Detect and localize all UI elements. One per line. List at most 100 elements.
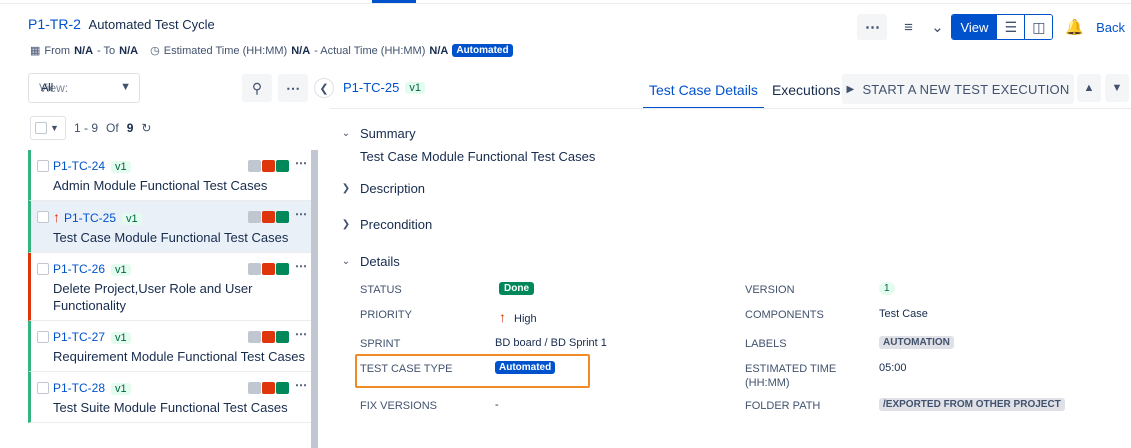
chevron-down-icon: ⌄ bbox=[931, 19, 944, 36]
tab-executions[interactable]: Executions bbox=[766, 72, 846, 109]
case-title: Admin Module Functional Test Cases bbox=[53, 178, 268, 193]
detail-case-key[interactable]: P1-TC-25 bbox=[343, 80, 399, 95]
row-more-icon[interactable]: ⋯ bbox=[295, 207, 307, 221]
estimated-time-label: ESTIMATED TIME (HH:MM) bbox=[745, 363, 837, 389]
case-key[interactable]: P1-TC-25 bbox=[64, 211, 116, 225]
test-case-list-panel: View: All ▼ ⚲ ⋯ ▼ 1 - 9 Of 9 ↻ P1-TC-24 v1… bbox=[28, 70, 320, 448]
row-checkbox[interactable] bbox=[37, 382, 49, 394]
view-value: All bbox=[41, 82, 54, 94]
folder-path-label: FOLDER PATH bbox=[745, 400, 821, 412]
execution-status-boxes bbox=[248, 382, 289, 394]
row-more-icon[interactable]: ⋯ bbox=[295, 156, 307, 170]
view-filter-select[interactable]: View: All ▼ bbox=[28, 73, 140, 103]
list-item[interactable]: P1-TC-27 v1 ⋯ Requirement Module Function… bbox=[28, 321, 311, 372]
section-description[interactable]: ❯ Description bbox=[340, 181, 425, 196]
chevron-left-icon: ❮ bbox=[319, 82, 329, 95]
list-item[interactable]: P1-TC-24 v1 ⋯ Admin Module Functional Tes… bbox=[28, 150, 311, 201]
section-precondition[interactable]: ❯ Precondition bbox=[340, 217, 432, 232]
list-scrollbar[interactable] bbox=[311, 150, 318, 448]
search-button[interactable]: ⚲ bbox=[242, 74, 272, 102]
priority-label: PRIORITY bbox=[360, 309, 412, 321]
version-badge: v1 bbox=[122, 213, 142, 225]
view-label[interactable]: View bbox=[952, 15, 997, 39]
select-all-dropdown[interactable]: ▼ bbox=[30, 116, 66, 140]
cycle-title: Automated Test Cycle bbox=[88, 17, 215, 32]
chevron-down-icon: ⌄ bbox=[341, 256, 351, 267]
play-icon: ▶ bbox=[846, 83, 855, 95]
row-more-icon[interactable]: ⋯ bbox=[295, 378, 307, 392]
cycle-meta: ▦ From N/A - To N/A ◷ Estimated Time (HH… bbox=[30, 44, 513, 57]
chevron-down-icon: ▼ bbox=[50, 123, 59, 133]
section-title: Precondition bbox=[360, 217, 433, 232]
labels-badge[interactable]: AUTOMATION bbox=[879, 336, 954, 349]
chevron-down-icon: ▼ bbox=[120, 81, 131, 93]
filter-button[interactable]: ≡ bbox=[893, 14, 923, 40]
version-value: 1 bbox=[879, 282, 895, 295]
section-title: Details bbox=[360, 254, 400, 269]
select-all-checkbox[interactable] bbox=[35, 122, 47, 134]
execution-status-boxes bbox=[248, 160, 289, 172]
chevron-right-icon: ❯ bbox=[341, 219, 351, 230]
case-key[interactable]: P1-TC-27 bbox=[53, 330, 105, 344]
case-title: Requirement Module Functional Test Cases bbox=[53, 349, 305, 364]
section-title: Description bbox=[360, 181, 426, 196]
more-actions-button[interactable]: ⋯ bbox=[857, 14, 888, 40]
case-title: Test Suite Module Functional Test Cases bbox=[53, 400, 288, 415]
tab-test-case-details[interactable]: Test Case Details bbox=[643, 72, 764, 109]
test-case-list: P1-TC-24 v1 ⋯ Admin Module Functional Tes… bbox=[28, 150, 311, 423]
components-label: COMPONENTS bbox=[745, 309, 824, 321]
case-key[interactable]: P1-TC-28 bbox=[53, 381, 105, 395]
chevron-down-icon: ▼ bbox=[1111, 82, 1123, 94]
refresh-icon[interactable]: ↻ bbox=[141, 121, 151, 135]
status-badge[interactable]: Done bbox=[499, 282, 534, 295]
execution-status-boxes bbox=[248, 331, 289, 343]
section-details[interactable]: ⌄ Details bbox=[340, 254, 400, 269]
priority-high-icon: ↑ bbox=[53, 209, 60, 225]
version-badge: v1 bbox=[111, 161, 131, 173]
row-checkbox[interactable] bbox=[37, 211, 49, 223]
case-title: Test Case Module Functional Test Cases bbox=[53, 230, 289, 245]
estimated-time-value: N/A bbox=[291, 44, 311, 57]
from-value: N/A bbox=[74, 44, 94, 57]
section-summary[interactable]: ⌄ Summary bbox=[340, 126, 416, 141]
list-item[interactable]: P1-TC-26 v1 ⋯ Delete Project,User Role an… bbox=[28, 253, 311, 321]
case-key[interactable]: P1-TC-26 bbox=[53, 262, 105, 276]
list-view-icon[interactable]: ☰ bbox=[996, 15, 1025, 39]
labels-label: LABELS bbox=[745, 338, 787, 350]
list-more-button[interactable]: ⋯ bbox=[278, 74, 308, 102]
next-case-button[interactable]: ▼ bbox=[1105, 74, 1129, 102]
from-label: From bbox=[44, 44, 71, 57]
fix-versions-value[interactable]: - bbox=[495, 399, 499, 411]
start-execution-button[interactable]: ▶ START A NEW TEST EXECUTION bbox=[842, 74, 1074, 104]
cycle-header: P1-TR-2 Automated Test Cycle bbox=[28, 16, 215, 32]
case-key[interactable]: P1-TC-24 bbox=[53, 159, 105, 173]
actual-time-value: N/A bbox=[429, 44, 449, 57]
priority-value[interactable]: High bbox=[514, 313, 537, 325]
row-checkbox[interactable] bbox=[37, 331, 49, 343]
detail-tabs: Test Case Details Executions bbox=[643, 72, 846, 109]
filter-dropdown[interactable]: ⌄ bbox=[929, 14, 945, 40]
version-badge: v1 bbox=[405, 81, 425, 94]
priority-high-icon: ↑ bbox=[499, 309, 506, 325]
folder-path-badge[interactable]: /EXPORTED FROM OTHER PROJECT bbox=[879, 398, 1065, 411]
cycle-key-link[interactable]: P1-TR-2 bbox=[28, 16, 81, 32]
list-item[interactable]: ↑ P1-TC-25 v1 ⋯ Test Case Module Functiona… bbox=[28, 201, 311, 253]
sprint-value[interactable]: BD board / BD Sprint 1 bbox=[495, 337, 607, 349]
collapse-panel-button[interactable]: ❮ bbox=[314, 78, 334, 98]
row-more-icon[interactable]: ⋯ bbox=[295, 259, 307, 273]
row-checkbox[interactable] bbox=[37, 263, 49, 275]
components-value[interactable]: Test Case bbox=[879, 308, 928, 320]
row-checkbox[interactable] bbox=[37, 160, 49, 172]
execution-status-boxes bbox=[248, 211, 289, 223]
split-view-icon[interactable]: ◫ bbox=[1024, 15, 1053, 39]
previous-case-button[interactable]: ▲ bbox=[1077, 74, 1101, 102]
start-execution-label: START A NEW TEST EXECUTION bbox=[862, 81, 1070, 97]
back-link[interactable]: Back bbox=[1096, 20, 1125, 35]
row-more-icon[interactable]: ⋯ bbox=[295, 327, 307, 341]
clock-icon: ◷ bbox=[150, 45, 160, 57]
bell-icon[interactable]: 🔔 bbox=[1065, 18, 1084, 36]
estimated-time-value[interactable]: 05:00 bbox=[879, 362, 907, 374]
list-item[interactable]: P1-TC-28 v1 ⋯ Test Suite Module Functiona… bbox=[28, 372, 311, 423]
ellipsis-icon: ⋯ bbox=[286, 79, 300, 96]
version-label: VERSION bbox=[745, 284, 795, 296]
